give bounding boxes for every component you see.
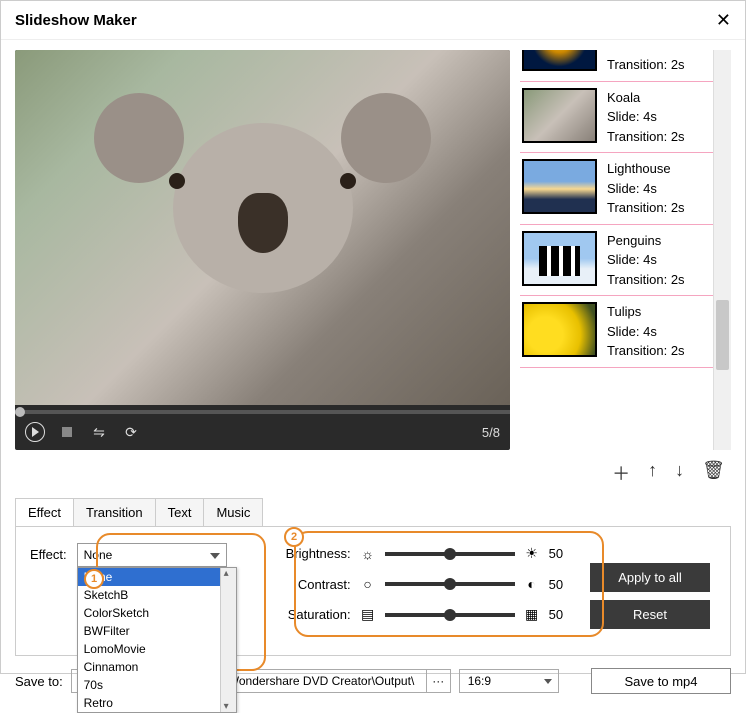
tab-text[interactable]: Text [155, 498, 205, 527]
save-to-label: Save to: [15, 674, 63, 689]
contrast-low-icon: ○ [359, 576, 377, 592]
slide-transition: Transition: 2s [607, 198, 685, 218]
aspect-ratio-select[interactable]: 16:9 [459, 669, 559, 693]
effect-options-list[interactable]: NoneSketchBColorSketchBWFilterLomoMovieC… [77, 567, 237, 713]
delete-slide-icon[interactable]: 🗑 [702, 460, 725, 486]
stop-button[interactable] [57, 422, 77, 442]
reset-button[interactable]: Reset [590, 600, 710, 629]
koala-placeholder [114, 103, 411, 352]
effect-option[interactable]: SketchB [78, 586, 236, 604]
slide-item[interactable]: JellyfishSlide: 4sTransition: 2s [520, 50, 713, 82]
brightness-value: 50 [549, 546, 571, 561]
slide-thumb [522, 302, 597, 357]
saturation-label: Saturation: [273, 607, 351, 622]
slides-list[interactable]: JellyfishSlide: 4sTransition: 2sKoalaSli… [520, 50, 713, 450]
slide-item[interactable]: PenguinsSlide: 4sTransition: 2s [520, 224, 713, 297]
effect-option[interactable]: LomoMovie [78, 640, 236, 658]
brightness-label: Brightness: [273, 546, 351, 561]
slide-thumb [522, 159, 597, 214]
slide-meta: TulipsSlide: 4sTransition: 2s [607, 302, 685, 361]
move-down-icon[interactable]: ↓ [675, 460, 684, 486]
saturation-low-icon: ▤ [359, 606, 377, 623]
slide-duration: Slide: 4s [607, 179, 685, 199]
contrast-slider[interactable] [385, 582, 515, 586]
slides-scrollbar[interactable] [713, 50, 731, 450]
slide-thumb [522, 50, 597, 71]
preview-image [15, 50, 510, 405]
slide-meta: PenguinsSlide: 4sTransition: 2s [607, 231, 685, 290]
slide-transition: Transition: 2s [607, 127, 685, 147]
play-button[interactable] [25, 422, 45, 442]
slide-thumb [522, 231, 597, 286]
slide-thumb [522, 88, 597, 143]
slide-meta: LighthouseSlide: 4sTransition: 2s [607, 159, 685, 218]
effect-option[interactable]: BWFilter [78, 622, 236, 640]
effect-label: Effect: [30, 543, 67, 562]
effect-option[interactable]: Cinnamon [78, 658, 236, 676]
slide-name: Tulips [607, 302, 685, 322]
slide-item[interactable]: TulipsSlide: 4sTransition: 2s [520, 295, 713, 368]
rotate-icon[interactable]: ⟳ [121, 422, 141, 442]
badge-2: 2 [284, 527, 304, 547]
slide-duration: Slide: 4s [607, 107, 685, 127]
effect-option[interactable]: Retro [78, 694, 236, 712]
effect-select[interactable]: None [77, 543, 227, 567]
effect-option[interactable]: 70s [78, 676, 236, 694]
move-up-icon[interactable]: ↑ [648, 460, 657, 486]
brightness-high-icon: ☀ [523, 545, 541, 562]
preview-pane: ⇋ ⟳ 5/8 [15, 50, 510, 450]
tab-effect[interactable]: Effect [15, 498, 74, 527]
slide-counter: 5/8 [482, 425, 500, 440]
brightness-slider[interactable] [385, 552, 515, 556]
brightness-low-icon: ☼ [359, 546, 377, 562]
options-scrollbar[interactable] [220, 568, 236, 712]
browse-button[interactable]: ··· [426, 670, 450, 692]
saturation-slider[interactable] [385, 613, 515, 617]
slide-item[interactable]: LighthouseSlide: 4sTransition: 2s [520, 152, 713, 225]
slide-name: Penguins [607, 231, 685, 251]
slide-transition: Transition: 2s [607, 55, 685, 75]
slide-meta: JellyfishSlide: 4sTransition: 2s [607, 50, 685, 75]
slide-duration: Slide: 4s [607, 322, 685, 342]
slide-item[interactable]: KoalaSlide: 4sTransition: 2s [520, 81, 713, 154]
effect-option[interactable]: ColorSketch [78, 604, 236, 622]
contrast-high-icon: ◐ [523, 576, 541, 592]
slide-meta: KoalaSlide: 4sTransition: 2s [607, 88, 685, 147]
apply-to-all-button[interactable]: Apply to all [590, 563, 710, 592]
slide-transition: Transition: 2s [607, 341, 685, 361]
saturation-value: 50 [549, 607, 571, 622]
saturation-high-icon: ▦ [523, 606, 541, 623]
contrast-value: 50 [549, 577, 571, 592]
slide-name: Koala [607, 88, 685, 108]
slide-duration: Slide: 4s [607, 250, 685, 270]
contrast-label: Contrast: [273, 577, 351, 592]
tab-music[interactable]: Music [203, 498, 263, 527]
window-title: Slideshow Maker [15, 12, 137, 29]
close-icon[interactable]: ✕ [716, 11, 731, 29]
slide-transition: Transition: 2s [607, 270, 685, 290]
add-slide-icon[interactable]: ＋ [612, 460, 630, 486]
flip-horizontal-icon[interactable]: ⇋ [89, 422, 109, 442]
save-to-mp4-button[interactable]: Save to mp4 [591, 668, 731, 694]
slide-name: Lighthouse [607, 159, 685, 179]
badge-1: 1 [84, 569, 104, 589]
tab-transition[interactable]: Transition [73, 498, 156, 527]
